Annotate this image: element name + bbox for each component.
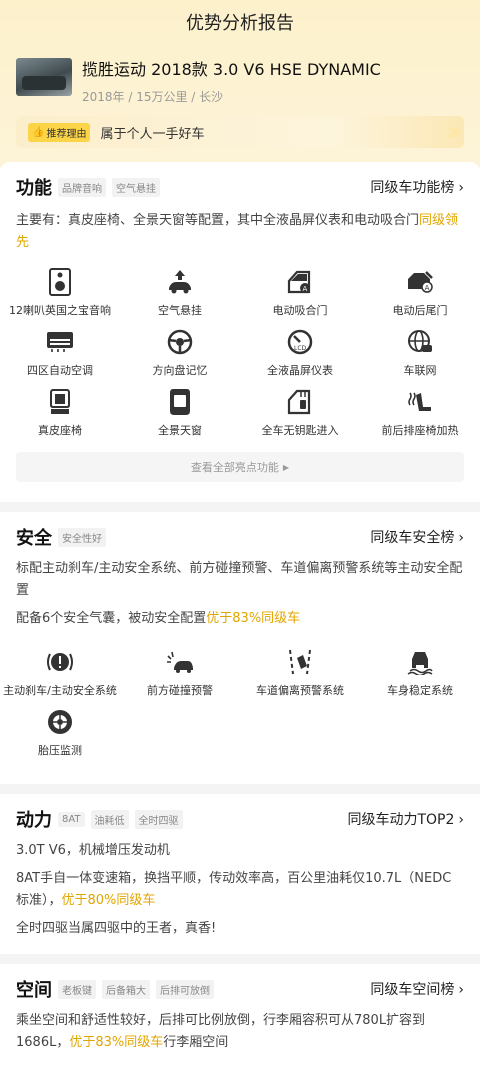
feature-item[interactable]: 空气悬挂 (120, 268, 240, 328)
lcd-dashboard-icon: LCD (286, 328, 314, 356)
svg-text:A: A (425, 284, 430, 292)
power-rank-link[interactable]: 同级车动力TOP2 › (347, 809, 464, 829)
stability-control-icon (406, 648, 434, 676)
power-chip: 8AT (58, 811, 85, 827)
tire-pressure-icon (46, 708, 74, 736)
feature-item[interactable]: 全车无钥匙进入 (240, 388, 360, 448)
keyless-entry-icon (286, 388, 314, 416)
page-title: 优势分析报告 (186, 13, 294, 34)
power-chip: 油耗低 (90, 809, 129, 829)
feature-item[interactable]: 车道偏离预警系统 (240, 648, 360, 708)
function-rank-link[interactable]: 同级车功能榜 › (370, 177, 464, 197)
feature-item[interactable]: A 电动后尾门 (360, 268, 480, 328)
seat-heating-icon (406, 388, 434, 416)
section-divider (0, 502, 480, 512)
safety-rank-link[interactable]: 同级车安全榜 › (370, 527, 464, 547)
feature-item[interactable]: 车身稳定系统 (360, 648, 480, 708)
feature-item[interactable]: 前方碰撞预警 (120, 648, 240, 708)
active-brake-icon (46, 648, 74, 676)
power-transmission: 8AT手自一体变速箱，换挡平顺，传动效率高，百公里油耗仅10.7L（NEDC标准… (16, 871, 452, 908)
chevron-right-icon: › (458, 180, 464, 196)
chevron-right-icon: › (458, 530, 464, 546)
power-chip: 全时四驱 (134, 809, 183, 829)
leather-seat-icon (46, 388, 74, 416)
power-tailgate-icon: A (406, 268, 434, 296)
section-divider (0, 954, 480, 964)
car-meta: 2018年 / 15万公里 / 长沙 (82, 90, 224, 104)
feature-item[interactable]: 全景天窗 (120, 388, 240, 448)
feature-item[interactable]: 12喇叭英国之宝音响 (0, 268, 120, 328)
feature-item[interactable]: 四区自动空调 (0, 328, 120, 388)
space-desc: 乘坐空间和舒适性较好，后排可比例放倒，行李厢容积可从780L扩容到1686L，优… (16, 1013, 426, 1050)
feature-item[interactable]: 方向盘记忆 (120, 328, 240, 388)
safety-chip: 安全性好 (58, 527, 106, 547)
space-rank-link[interactable]: 同级车空间榜 › (370, 979, 464, 999)
safety-airbag-desc: 配备6个安全气囊，被动安全配置优于83%同级车 (16, 611, 301, 626)
speaker-icon (46, 268, 74, 296)
safety-desc: 标配主动刹车/主动安全系统、前方碰撞预警、车道偏离预警系统等主动安全配置 (16, 561, 463, 598)
lane-departure-icon (286, 648, 314, 676)
chevron-right-icon: › (458, 812, 464, 828)
svg-text:A: A (303, 285, 308, 293)
feature-item[interactable]: A 电动吸合门 (240, 268, 360, 328)
triangle-right-icon: ▶ (282, 462, 290, 472)
soft-close-door-icon: A (286, 268, 314, 296)
feature-item[interactable]: 主动刹车/主动安全系统 (0, 648, 120, 708)
feature-item[interactable]: LCD 全液晶屏仪表 (240, 328, 360, 388)
function-section: 功能 品牌音响 空气悬挂 同级车功能榜 › 主要有：真皮座椅、全景天窗等配置，其中… (0, 162, 480, 1065)
recommend-text: 属于个人一手好车 (100, 126, 205, 142)
collision-warning-icon (166, 648, 194, 676)
climate-control-icon (46, 328, 74, 356)
function-chip: 品牌音响 (58, 177, 106, 197)
view-all-features-button[interactable]: 查看全部亮点功能 ▶ (16, 452, 464, 482)
air-suspension-icon (166, 268, 194, 296)
car-thumbnail (16, 58, 72, 96)
power-title: 动力 (16, 810, 52, 831)
power-engine: 3.0T V6，机械增压发动机 (16, 843, 170, 858)
feature-item[interactable]: 胎压监测 (0, 708, 120, 768)
steering-wheel-icon (166, 328, 194, 356)
safety-title: 安全 (16, 528, 52, 549)
section-divider (0, 784, 480, 794)
function-desc: 主要有：真皮座椅、全景天窗等配置，其中全液晶屏仪表和电动吸合门同级领先 (16, 213, 459, 250)
recommend-tag: 👍 推荐理由 (28, 122, 91, 142)
thumbs-up-icon: 👍 (32, 126, 45, 138)
space-chip: 老板键 (58, 979, 96, 999)
car-name: 揽胜运动 2018款 3.0 V6 HSE DYNAMIC (82, 60, 381, 79)
feature-item[interactable]: 真皮座椅 (0, 388, 120, 448)
space-chip: 后备箱大 (102, 979, 150, 999)
feature-item[interactable]: 车联网 (360, 328, 480, 388)
sunroof-icon (166, 388, 194, 416)
svg-text:LCD: LCD (294, 345, 307, 352)
connected-car-icon (406, 328, 434, 356)
power-4wd: 全时四驱当属四驱中的王者，真香! (16, 921, 217, 936)
chevron-right-icon: › (458, 982, 464, 998)
function-title: 功能 (16, 178, 52, 199)
page-header: 优势分析报告 (0, 0, 480, 44)
recommend-reason-banner: 👍 推荐理由 属于个人一手好车 ››› (16, 116, 464, 148)
car-summary[interactable]: 揽胜运动 2018款 3.0 V6 HSE DYNAMIC 2018年 / 15… (0, 44, 480, 106)
space-chip: 后排可放倒 (156, 979, 214, 999)
function-chip: 空气悬挂 (112, 177, 160, 197)
space-title: 空间 (16, 980, 52, 1001)
feature-item[interactable]: 前后排座椅加热 (360, 388, 480, 448)
chevron-decoration-icon: ››› (445, 117, 462, 147)
